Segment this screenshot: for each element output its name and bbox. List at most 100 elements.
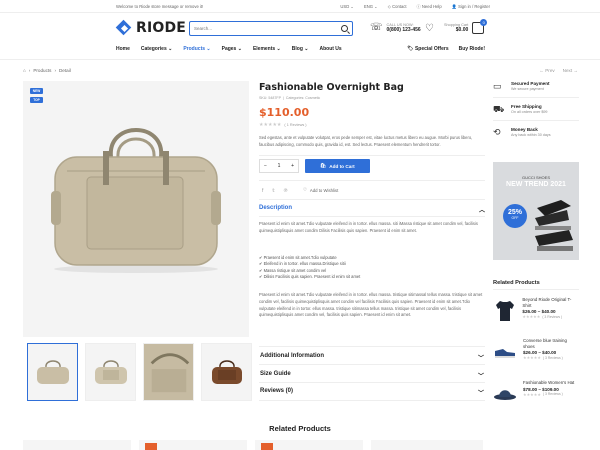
product-meta: SKU: 5487FP | Categories: Cosmetic <box>259 96 321 100</box>
feature-free-shipping: ⛟ Free Shipping On all orders over $99 <box>493 104 548 114</box>
qty-value[interactable]: 1 <box>278 163 281 169</box>
wishlist-heart-icon[interactable]: ♡ <box>425 23 434 34</box>
facebook-icon[interactable]: f <box>262 188 263 194</box>
promo-banner[interactable]: GUCCI SHOES NEW TREND 2021 25% OFF <box>493 162 579 260</box>
payment-icon: ▭ <box>493 81 502 91</box>
bottom-product-card[interactable] <box>371 440 483 450</box>
size-guide-tab[interactable]: Size Guide ﹀ <box>260 371 484 380</box>
bottom-related-heading: Related Products <box>269 424 331 433</box>
banner-subtitle: GUCCI SHOES <box>521 175 550 180</box>
add-to-wishlist-link[interactable]: ♡ Add to Wishlist <box>303 187 338 193</box>
badge-top: TOP <box>30 97 43 103</box>
search-input[interactable] <box>190 26 335 31</box>
thumbnail-4[interactable] <box>201 343 252 401</box>
chevron-up-icon: ︿ <box>478 208 485 214</box>
product-main-image[interactable] <box>23 81 249 337</box>
related-products-heading: Related Products <box>493 280 540 286</box>
reviews-tab[interactable]: Reviews (0) ﹀ <box>260 388 484 397</box>
related-item[interactable]: Converse blue training shoes $26.00 – $4… <box>493 338 579 366</box>
feature-secured-payment: ▭ Secured Payment We secure payment <box>493 81 550 91</box>
nav-categories[interactable]: Categories ⌄ <box>141 46 172 52</box>
related-item-rating: ★★★★★( 3 Reviews ) <box>522 314 563 319</box>
feature-money-back: ⟲ Money Back Any back within 30 days <box>493 127 551 137</box>
money-back-icon: ⟲ <box>493 127 501 137</box>
breadcrumb: ⌂ › Products › Detail <box>23 68 71 73</box>
related-item-rating: ★★★★★( 3 Reviews ) <box>523 355 563 360</box>
tag-icon: 🏷 <box>407 46 414 52</box>
sandal-image <box>535 200 573 251</box>
next-link[interactable]: Next → <box>563 68 578 73</box>
buy-riode-link[interactable]: Buy Riode! <box>459 46 485 52</box>
review-count-link[interactable]: ( 1 Reviews ) <box>284 123 306 127</box>
help-link[interactable]: ⓘ Need Help <box>417 4 442 10</box>
related-item-name[interactable]: Converse blue training shoes <box>523 338 579 349</box>
desc-divider <box>259 216 485 217</box>
main-nav: Home Categories ⌄ Products ⌄ Pages ⌄ Ele… <box>116 46 342 52</box>
description-paragraph-2: Praesent id enim sit amet.Tdio vulputate… <box>259 292 483 318</box>
nav-right: 🏷 Special Offers Buy Riode! <box>407 46 485 52</box>
cart[interactable]: Shopping Cart $0.00 0 <box>444 19 488 34</box>
description-paragraph-1: Praesent id enim sit amet.Tdio vulputate… <box>259 221 478 233</box>
thumbnail-strip <box>27 343 252 401</box>
language-select[interactable]: ENG ⌄ <box>364 4 378 10</box>
shoe-image <box>493 338 517 366</box>
banner-title: NEW TREND 2021 <box>506 181 566 188</box>
shopping-bag-icon[interactable]: 0 <box>472 19 488 34</box>
product-short-description: Sed egestas, ante et vulputate volutpat,… <box>259 135 473 147</box>
nav-pages[interactable]: Pages ⌄ <box>222 46 242 52</box>
nav-home[interactable]: Home <box>116 46 130 52</box>
nav-elements[interactable]: Elements ⌄ <box>253 46 281 52</box>
description-tab[interactable]: Description ︿ <box>259 205 485 214</box>
bag-image <box>51 128 221 273</box>
nav-products[interactable]: Products ⌄ <box>183 46 210 52</box>
acc-divider-4 <box>259 400 485 401</box>
chevron-down-icon: ﹀ <box>477 391 484 397</box>
prev-link[interactable]: ← Prev <box>539 68 554 73</box>
logo[interactable]: RIODE <box>115 19 186 36</box>
top-bar: Welcome to Riode store message or remove… <box>0 0 600 13</box>
cart-count-badge: 0 <box>480 19 488 26</box>
acc-divider-1 <box>259 346 485 347</box>
related-item[interactable]: Beyond Riode Original T-Shirt $26.00 – $… <box>493 297 579 325</box>
product-title: Fashionable Overnight Bag <box>259 82 404 93</box>
additional-info-tab[interactable]: Additional Information ﹀ <box>260 353 484 362</box>
search-icon[interactable] <box>341 25 348 32</box>
nav-about[interactable]: About Us <box>319 46 341 52</box>
home-icon[interactable]: ⌂ <box>23 68 26 73</box>
description-checklist: ✔ Praesent id enim sit amet.Tdio vulputa… <box>259 255 485 280</box>
qty-minus-button[interactable]: − <box>264 163 267 169</box>
thumbnail-3[interactable] <box>143 343 194 401</box>
add-to-cart-button[interactable]: 🛍 Add to Cart <box>305 159 370 173</box>
bottom-product-card[interactable] <box>23 440 131 450</box>
related-item-name[interactable]: Beyond Riode Original T-Shirt <box>522 297 579 308</box>
auth-links[interactable]: 👤 Sign in / Register <box>452 4 490 10</box>
thumbnail-2[interactable] <box>85 343 136 401</box>
pinterest-icon[interactable]: ℗ <box>284 188 288 194</box>
related-item-rating: ★★★★★( 3 Reviews ) <box>523 391 563 397</box>
hat-image <box>493 380 517 408</box>
acc-divider-3 <box>259 382 485 383</box>
bottom-product-card[interactable] <box>255 440 363 450</box>
related-item-name[interactable]: Fashionable Women's Hat <box>523 380 574 386</box>
bag-icon: 🛍 <box>320 163 327 168</box>
bottom-product-card[interactable] <box>139 440 247 450</box>
related-item[interactable]: Fashionable Women's Hat $78.00 – $109.00… <box>493 380 579 408</box>
breadcrumb-products[interactable]: Products <box>33 68 51 73</box>
contact-link[interactable]: ◇ Contact <box>388 4 407 10</box>
product-pager: ← Prev Next → <box>539 68 578 73</box>
product-price: $110.00 <box>259 106 310 119</box>
twitter-icon[interactable]: 𝕥 <box>272 188 274 194</box>
phone-icon: ☏ <box>370 22 383 33</box>
search-bar <box>189 21 353 36</box>
discount-badge: 25% OFF <box>503 204 527 228</box>
product-info: Fashionable Overnight Bag SKU: 5487FP | … <box>259 82 485 156</box>
buy-divider <box>259 180 485 181</box>
nav-blog[interactable]: Blog ⌄ <box>292 46 309 52</box>
header-divider <box>0 59 600 60</box>
currency-select[interactable]: USD ⌄ <box>340 4 354 10</box>
feature-divider <box>493 97 579 98</box>
sidebar: ▭ Secured Payment We secure payment ⛟ Fre… <box>493 81 579 147</box>
special-offers-link[interactable]: 🏷 Special Offers <box>407 46 448 52</box>
thumbnail-1[interactable] <box>27 343 78 401</box>
qty-plus-button[interactable]: + <box>291 163 294 169</box>
